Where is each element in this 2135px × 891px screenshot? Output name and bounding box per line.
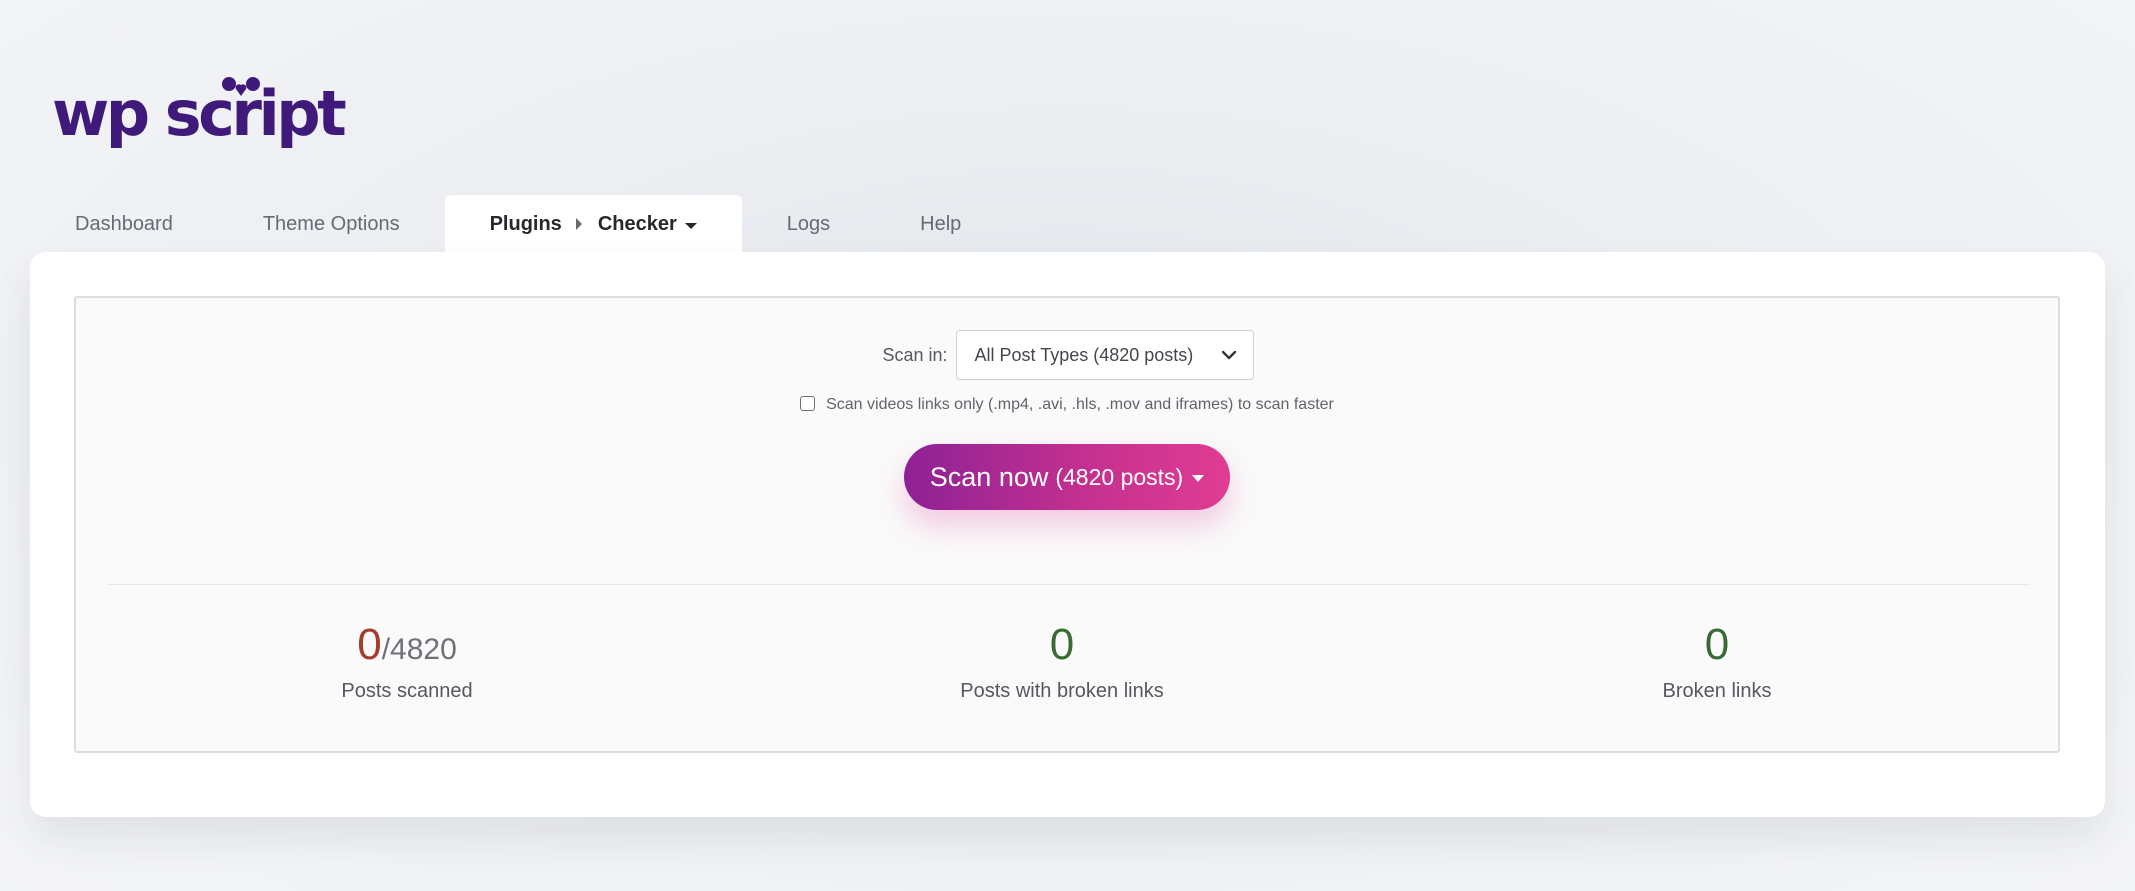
- tab-help[interactable]: Help: [875, 195, 1006, 253]
- scan-in-row: Scan in: All Post Types (4820 posts): [76, 330, 2058, 380]
- checker-card: Scan in: All Post Types (4820 posts) Sca…: [30, 252, 2105, 817]
- tab-plugins-checker[interactable]: Plugins Checker: [444, 195, 742, 253]
- divider: [108, 584, 2030, 585]
- stat-posts-broken: 0 Posts with broken links: [862, 616, 1262, 703]
- scan-now-button[interactable]: Scan now (4820 posts): [904, 444, 1230, 510]
- wp-script-logo: wp script: [52, 70, 347, 158]
- caret-down-icon: [1192, 475, 1205, 482]
- tab-logs-label: Logs: [786, 212, 831, 235]
- scan-now-count: (4820 posts): [1055, 463, 1184, 490]
- post-type-select-value: All Post Types (4820 posts): [974, 344, 1194, 365]
- posts-scanned-label: Posts scanned: [341, 680, 473, 702]
- video-only-label[interactable]: Scan videos links only (.mp4, .avi, .hls…: [826, 396, 1334, 414]
- video-only-checkbox[interactable]: [800, 396, 816, 411]
- scan-now-label: Scan now: [929, 461, 1049, 492]
- post-type-select[interactable]: All Post Types (4820 posts): [955, 330, 1254, 380]
- posts-broken-label: Posts with broken links: [960, 680, 1164, 702]
- broken-links-label: Broken links: [1662, 680, 1772, 702]
- tab-dashboard-label: Dashboard: [75, 212, 173, 235]
- stat-posts-scanned: 0/4820 Posts scanned: [207, 616, 607, 703]
- panda-ears-icon: [222, 77, 260, 96]
- tab-theme-options[interactable]: Theme Options: [218, 195, 445, 253]
- broken-links-value: 0: [1704, 620, 1730, 669]
- stat-broken-links: 0 Broken links: [1517, 616, 1917, 703]
- tab-logs[interactable]: Logs: [742, 195, 875, 253]
- posts-broken-value: 0: [1049, 620, 1075, 669]
- caret-down-icon[interactable]: [684, 222, 697, 229]
- tab-dashboard[interactable]: Dashboard: [30, 195, 218, 253]
- video-only-row: Scan videos links only (.mp4, .avi, .hls…: [76, 396, 2058, 414]
- posts-scanned-value: 0: [357, 620, 382, 669]
- logo-text: wp script: [52, 77, 347, 150]
- checker-panel: Scan in: All Post Types (4820 posts) Sca…: [74, 296, 2060, 753]
- tab-plugins-label: Plugins: [489, 212, 562, 235]
- posts-scanned-total: /4820: [381, 633, 457, 666]
- main-tabs: Dashboard Theme Options Plugins Checker …: [30, 195, 1006, 253]
- scan-in-label: Scan in:: [882, 344, 948, 365]
- tab-help-label: Help: [920, 212, 962, 235]
- chevron-down-icon: [1221, 350, 1236, 360]
- tab-theme-options-label: Theme Options: [262, 212, 400, 235]
- tab-checker-label: Checker: [597, 212, 677, 235]
- chevron-right-icon: [575, 218, 582, 230]
